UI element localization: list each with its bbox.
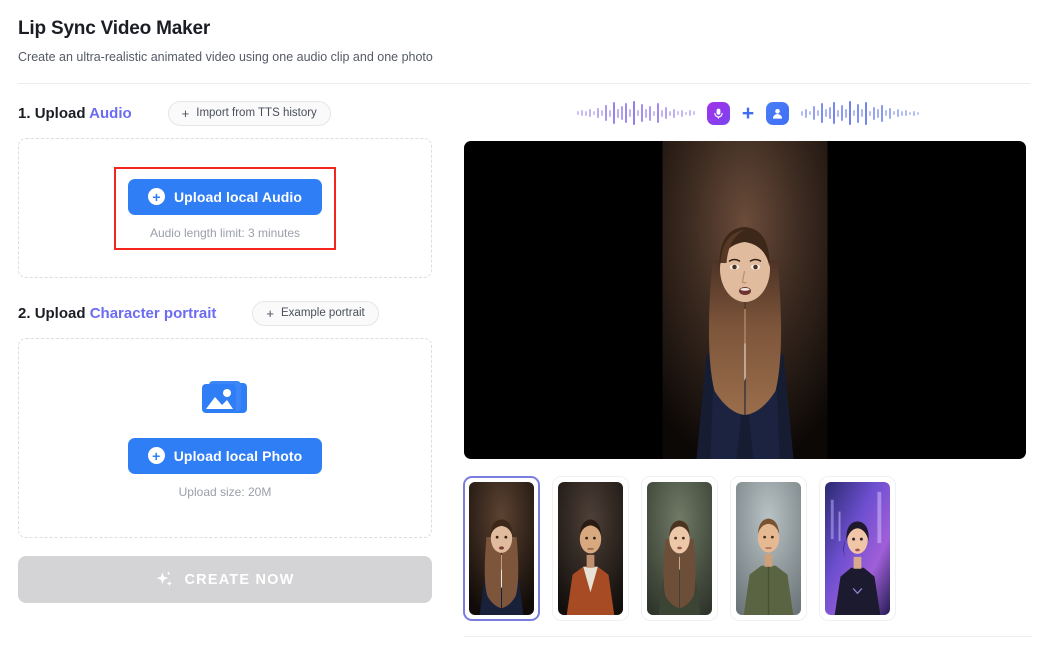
create-now-label: CREATE NOW: [184, 571, 295, 588]
right-audio-waveform-icon: [801, 100, 920, 126]
plus-icon: +: [181, 105, 190, 121]
thumbnail-image: [736, 482, 801, 615]
audio-length-hint: Audio length limit: 3 minutes: [149, 225, 301, 240]
preview-portrait-figure: [662, 141, 828, 459]
portrait-step-label: Upload: [34, 304, 86, 322]
microphone-icon: [706, 101, 730, 125]
portrait-thumbnail-4[interactable]: [820, 477, 895, 620]
audio-dropzone[interactable]: + Upload local Audio Audio length limit:…: [18, 138, 432, 278]
example-portrait-label: Example portrait: [281, 307, 365, 319]
upload-local-audio-button[interactable]: + Upload local Audio: [127, 178, 323, 215]
photo-stack-icon: [199, 378, 251, 422]
preview-portrait-frame: [662, 141, 828, 459]
create-now-button[interactable]: CREATE NOW: [18, 556, 432, 603]
lip-sync-video-maker-page: Lip Sync Video Maker Create an ultra-rea…: [0, 0, 1048, 654]
upload-size-hint: Upload size: 20M: [178, 484, 272, 499]
portrait-thumbnail-3[interactable]: [731, 477, 806, 620]
plus-icon: +: [741, 101, 755, 125]
audio-upload-highlight-box: + Upload local Audio Audio length limit:…: [113, 166, 337, 250]
portrait-step-number: 2.: [18, 304, 31, 322]
page-subtitle: Create an ultra-realistic animated video…: [18, 50, 433, 64]
upload-local-photo-button[interactable]: + Upload local Photo: [127, 437, 323, 474]
portrait-thumbnail-2[interactable]: [642, 477, 717, 620]
portrait-thumbnail-0[interactable]: [464, 477, 539, 620]
sparkle-icon: [155, 570, 174, 589]
import-tts-label: Import from TTS history: [196, 107, 317, 119]
audio-section-title: 1. Upload Audio: [18, 105, 132, 122]
thumbnail-image: [469, 482, 534, 615]
portrait-thumbnail-1[interactable]: [553, 477, 628, 620]
portrait-section-title: 2. Upload Character portrait: [18, 305, 216, 322]
bottom-divider: [464, 636, 1032, 637]
upload-column: 1. Upload Audio + Import from TTS histor…: [18, 84, 432, 637]
portrait-section-header: 2. Upload Character portrait + Example p…: [18, 300, 432, 326]
portrait-step-highlight: Character portrait: [89, 304, 217, 322]
preview-banner: +: [464, 96, 1032, 130]
left-audio-waveform-icon: [576, 100, 695, 126]
video-preview[interactable]: [464, 141, 1026, 459]
import-from-tts-history-button[interactable]: + Import from TTS history: [167, 100, 331, 126]
audio-step-label: Upload: [34, 104, 86, 122]
page-title: Lip Sync Video Maker: [18, 18, 211, 39]
page-header: Lip Sync Video Maker Create an ultra-rea…: [0, 0, 1048, 66]
example-portrait-button[interactable]: + Example portrait: [252, 300, 379, 326]
portrait-thumbnail-list: [464, 477, 1032, 620]
plus-icon: +: [266, 305, 274, 321]
upload-photo-label: Upload local Photo: [173, 447, 303, 464]
plus-circle-icon: +: [147, 188, 165, 205]
upload-audio-label: Upload local Audio: [173, 188, 303, 205]
photo-dropzone[interactable]: + Upload local Photo Upload size: 20M: [18, 338, 432, 538]
thumbnail-image: [558, 482, 623, 615]
thumbnail-image: [647, 482, 712, 615]
audio-step-number: 1.: [18, 104, 31, 122]
audio-section-header: 1. Upload Audio + Import from TTS histor…: [18, 100, 432, 126]
thumbnail-image: [825, 482, 890, 615]
page-body: 1. Upload Audio + Import from TTS histor…: [0, 84, 1048, 637]
person-icon: [766, 101, 790, 125]
plus-circle-icon: +: [147, 447, 165, 464]
audio-step-highlight: Audio: [89, 104, 132, 122]
preview-column: +: [432, 84, 1032, 637]
